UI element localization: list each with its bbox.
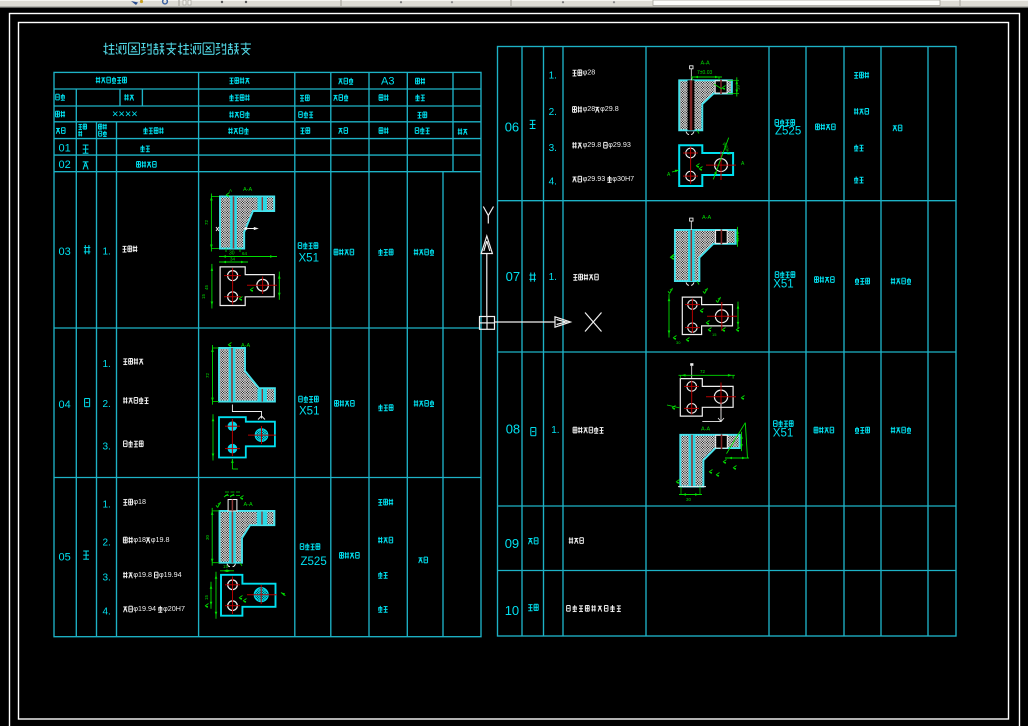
svg-text:X51: X51: [299, 253, 319, 265]
svg-text:04: 04: [59, 399, 71, 411]
svg-text:φ28: φ28: [583, 68, 596, 77]
svg-text:01: 01: [59, 143, 71, 155]
svg-text:72: 72: [700, 369, 706, 374]
svg-text:A-A: A-A: [701, 61, 711, 67]
svg-text:A-A: A-A: [702, 215, 712, 221]
svg-text:30: 30: [686, 497, 692, 502]
svg-text:15: 15: [201, 293, 206, 299]
svg-text:10: 10: [735, 234, 740, 240]
svg-text:08: 08: [506, 422, 520, 437]
svg-text:φ29.8: φ29.8: [583, 140, 602, 149]
svg-text:3.: 3.: [549, 143, 557, 154]
svg-text:φ18: φ18: [133, 497, 146, 506]
svg-text:××××: ××××: [112, 109, 138, 121]
svg-text:φ19.8: φ19.8: [133, 570, 152, 579]
svg-text:03: 03: [59, 246, 71, 258]
svg-text:15: 15: [712, 332, 717, 337]
svg-text:X51: X51: [773, 279, 793, 291]
svg-text:2.: 2.: [549, 107, 557, 118]
svg-text:06: 06: [505, 120, 519, 135]
svg-text:3.: 3.: [103, 442, 111, 453]
svg-text:φ20H7: φ20H7: [163, 604, 185, 613]
svg-text:15: 15: [204, 594, 209, 600]
svg-text:1.: 1.: [549, 272, 557, 283]
svg-text:45: 45: [204, 284, 209, 290]
svg-text:10: 10: [736, 84, 741, 90]
svg-text:1.: 1.: [549, 70, 557, 81]
svg-text:3.: 3.: [103, 573, 111, 584]
svg-text:φ18: φ18: [133, 535, 146, 544]
svg-text:Z525: Z525: [301, 556, 327, 568]
svg-text:φ19.94: φ19.94: [159, 570, 182, 579]
svg-text:7±0.03: 7±0.03: [697, 70, 712, 76]
svg-text:A-A: A-A: [244, 502, 254, 508]
svg-text:φ29.8: φ29.8: [600, 104, 619, 113]
svg-text:05: 05: [59, 552, 71, 564]
svg-text:φ19.94: φ19.94: [133, 604, 156, 613]
svg-text:1.: 1.: [103, 500, 111, 511]
svg-text:φ19.8: φ19.8: [151, 535, 170, 544]
svg-text:1.: 1.: [103, 359, 111, 370]
svg-text:34: 34: [230, 257, 236, 262]
svg-text:A-A: A-A: [243, 187, 253, 193]
svg-text:φ30H7: φ30H7: [612, 174, 634, 183]
svg-text:09: 09: [505, 536, 519, 551]
svg-text:φ28: φ28: [583, 104, 596, 113]
svg-text:A3: A3: [381, 76, 394, 88]
svg-text:30: 30: [205, 534, 210, 540]
svg-text:Z525: Z525: [775, 125, 801, 137]
svg-text:1.: 1.: [103, 247, 111, 258]
svg-text:1.: 1.: [551, 425, 559, 436]
svg-text:10: 10: [505, 603, 519, 618]
svg-text:A-A: A-A: [241, 343, 251, 349]
svg-text:15: 15: [223, 564, 229, 569]
svg-text:72: 72: [204, 219, 209, 225]
svg-text:X51: X51: [773, 428, 793, 440]
svg-text:A-A: A-A: [701, 427, 711, 433]
svg-text:φ29.93: φ29.93: [583, 174, 606, 183]
svg-text:φ29.93: φ29.93: [608, 140, 631, 149]
svg-text:64: 64: [242, 251, 248, 256]
svg-text:02: 02: [59, 159, 71, 171]
svg-text:07: 07: [506, 269, 520, 284]
svg-text:A: A: [229, 188, 232, 193]
svg-text:4.: 4.: [549, 177, 557, 188]
svg-text:2.: 2.: [103, 538, 111, 549]
svg-text:72: 72: [205, 372, 210, 378]
svg-text:2.: 2.: [103, 399, 111, 410]
svg-text:30: 30: [676, 340, 681, 345]
svg-text:4.: 4.: [103, 607, 111, 618]
svg-text:X51: X51: [299, 406, 319, 418]
